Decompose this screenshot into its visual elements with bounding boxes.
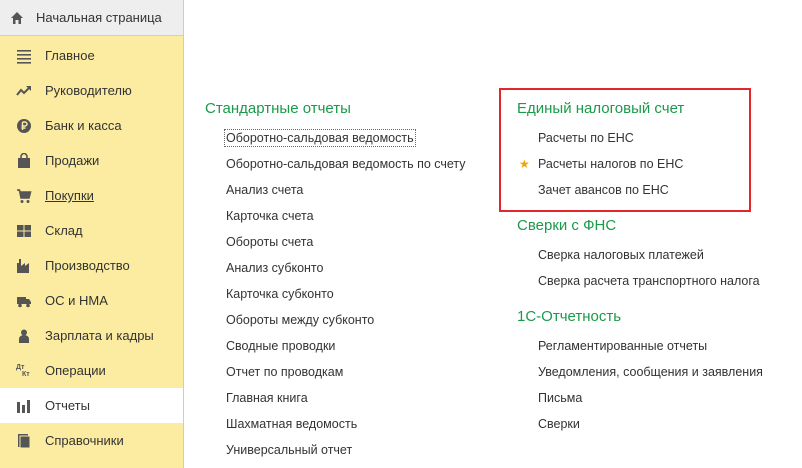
report-link[interactable]: Сверки <box>517 411 802 437</box>
reporting-section: 1С-Отчетность Регламентированные отчеты … <box>517 306 802 437</box>
report-link[interactable]: Сверка расчета транспортного налога <box>517 268 802 294</box>
sidebar: Начальная страница Главное Руководителю … <box>0 0 184 468</box>
sidebar-item-label: Покупки <box>45 188 94 203</box>
section-title: 1С-Отчетность <box>517 308 622 325</box>
favorite-star-icon: ★ <box>519 157 530 171</box>
sidebar-item-label: ОС и НМА <box>45 293 108 308</box>
dt-kt-icon: Дт Кт <box>16 363 32 379</box>
sidebar-item-label: Производство <box>45 258 130 273</box>
home-page-label: Начальная страница <box>36 10 162 25</box>
cart-icon <box>16 188 32 204</box>
sidebar-nav: Главное Руководителю Банк и касса Продаж… <box>0 38 183 458</box>
bar-chart-icon <box>16 398 32 414</box>
sidebar-item-label: Банк и касса <box>45 118 122 133</box>
sidebar-item-directories[interactable]: Справочники <box>0 423 183 458</box>
sidebar-item-label: Продажи <box>45 153 100 168</box>
report-link[interactable]: Универсальный отчет <box>205 437 485 463</box>
report-link[interactable]: Анализ счета <box>205 177 485 203</box>
report-link[interactable]: Карточка счета <box>205 203 485 229</box>
sidebar-item-label: Отчеты <box>45 398 90 413</box>
dt-label: Дт <box>16 363 25 371</box>
report-link[interactable]: Расчеты по ЕНС <box>517 125 802 151</box>
report-link[interactable]: Отчет по проводкам <box>205 359 485 385</box>
report-link[interactable]: ★ Расчеты налогов по ЕНС <box>517 151 802 177</box>
sidebar-item-main[interactable]: Главное <box>0 38 183 73</box>
sidebar-item-bank[interactable]: Банк и касса <box>0 108 183 143</box>
sidebar-item-sales[interactable]: Продажи <box>0 143 183 178</box>
sidebar-item-label: Склад <box>45 223 83 238</box>
truck-icon <box>16 293 32 309</box>
sidebar-item-operations[interactable]: Дт Кт Операции <box>0 353 183 388</box>
coin-icon <box>16 118 32 134</box>
sidebar-item-warehouse[interactable]: Склад <box>0 213 183 248</box>
section-title: Единый налоговый счет <box>517 100 685 117</box>
sidebar-item-fixed-assets[interactable]: ОС и НМА <box>0 283 183 318</box>
sidebar-item-label: Зарплата и кадры <box>45 328 154 343</box>
report-link[interactable]: Главная книга <box>205 385 485 411</box>
trend-icon <box>16 83 32 99</box>
report-link[interactable]: Уведомления, сообщения и заявления <box>517 359 802 385</box>
person-icon <box>16 328 32 344</box>
sidebar-item-manager[interactable]: Руководителю <box>0 73 183 108</box>
sidebar-item-production[interactable]: Производство <box>0 248 183 283</box>
factory-icon <box>16 258 32 274</box>
shopping-bag-icon <box>16 152 32 169</box>
sidebar-item-reports[interactable]: Отчеты <box>0 388 183 423</box>
report-link[interactable]: Обороты счета <box>205 229 485 255</box>
report-link[interactable]: Зачет авансов по ЕНС <box>517 177 802 203</box>
report-link[interactable]: Оборотно-сальдовая ведомость <box>205 125 485 151</box>
section-title: Сверки с ФНС <box>517 217 617 234</box>
sidebar-item-purchases[interactable]: Покупки <box>0 178 183 213</box>
report-link[interactable]: Сводные проводки <box>205 333 485 359</box>
menu-lines-icon <box>16 48 32 64</box>
home-icon <box>11 11 23 24</box>
report-link[interactable]: Оборотно-сальдовая ведомость по счету <box>205 151 485 177</box>
fns-section: Сверки с ФНС Сверка налоговых платежей С… <box>517 215 802 294</box>
right-column: Единый налоговый счет Расчеты по ЕНС ★ Ра… <box>517 98 802 437</box>
sidebar-item-payroll[interactable]: Зарплата и кадры <box>0 318 183 353</box>
report-link[interactable]: Письма <box>517 385 802 411</box>
home-page-button[interactable]: Начальная страница <box>0 0 183 36</box>
report-link[interactable]: Шахматная ведомость <box>205 411 485 437</box>
sidebar-item-label: Справочники <box>45 433 124 448</box>
app-window: Начальная страница Главное Руководителю … <box>0 0 802 468</box>
warehouse-icon <box>16 223 32 239</box>
report-link[interactable]: Регламентированные отчеты <box>517 333 802 359</box>
sidebar-item-label: Операции <box>45 363 106 378</box>
section-title: Стандартные отчеты <box>205 100 351 117</box>
standard-reports-section: Стандартные отчеты Оборотно-сальдовая ве… <box>205 98 485 463</box>
report-link[interactable]: Обороты между субконто <box>205 307 485 333</box>
report-link[interactable]: Анализ субконто <box>205 255 485 281</box>
ens-section: Единый налоговый счет Расчеты по ЕНС ★ Ра… <box>517 98 802 203</box>
sidebar-item-label: Главное <box>45 48 95 63</box>
sidebar-item-label: Руководителю <box>45 83 132 98</box>
report-link[interactable]: Сверка налоговых платежей <box>517 242 802 268</box>
report-link[interactable]: Карточка субконто <box>205 281 485 307</box>
reports-panel: Стандартные отчеты Оборотно-сальдовая ве… <box>184 0 802 468</box>
kt-label: Кт <box>22 370 30 378</box>
book-icon <box>16 433 32 449</box>
